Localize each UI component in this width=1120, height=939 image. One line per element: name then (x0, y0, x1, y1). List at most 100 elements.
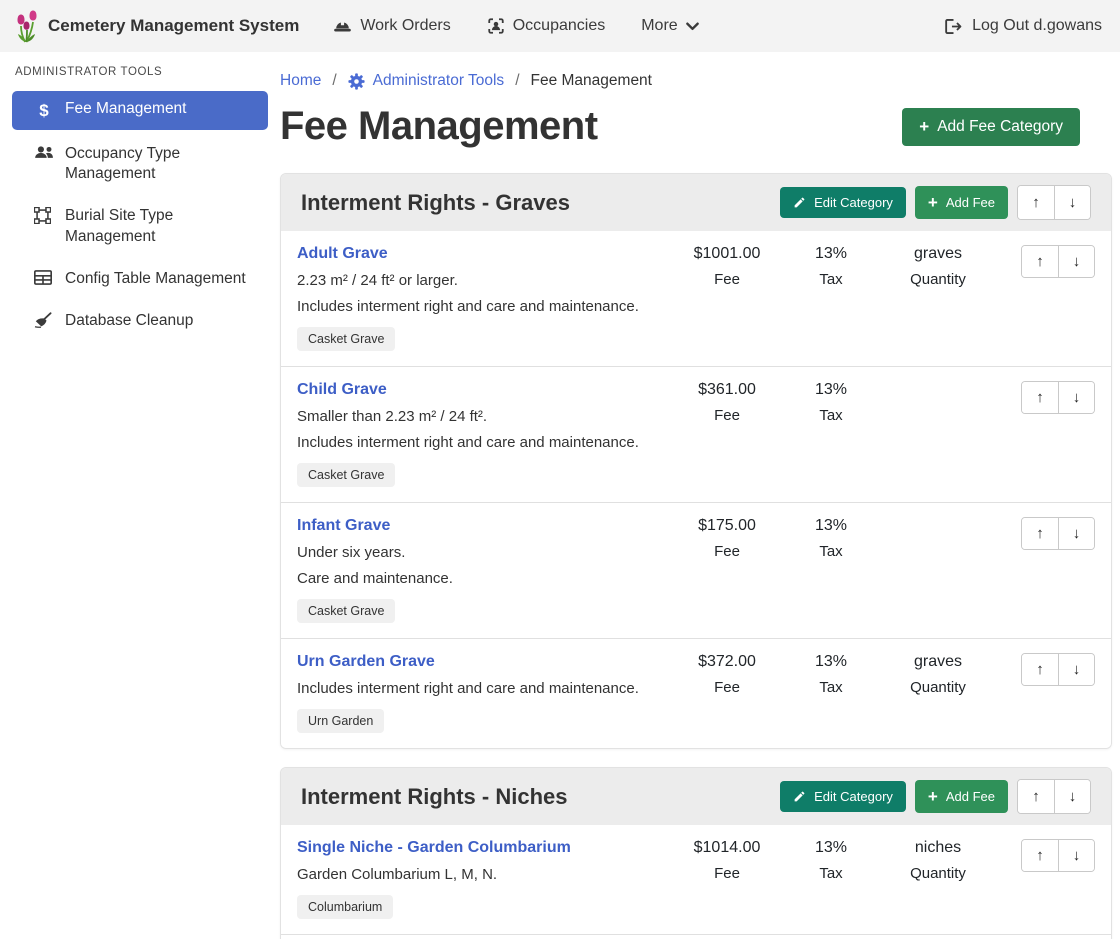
down-arrow-icon: ↓ (1073, 847, 1081, 864)
nav-occupancies[interactable]: Occupancies (487, 17, 606, 35)
move-down-button[interactable]: ↓ (1054, 780, 1090, 813)
nav-more-label: More (641, 17, 677, 35)
tax-value: 13% (783, 245, 879, 263)
occupancy-frame-icon (487, 17, 505, 35)
add-fee-button[interactable]: + Add Fee (915, 780, 1008, 813)
nav-occupancies-label: Occupancies (513, 17, 606, 35)
move-up-button[interactable]: ↑ (1022, 246, 1058, 277)
hard-hat-icon (333, 18, 352, 34)
category-header: Interment Rights - Niches Edit Category … (281, 768, 1111, 825)
quantity-label: Quantity (879, 865, 997, 882)
fee-row: Infant Grave Under six years. Care and m… (281, 502, 1111, 638)
sidebar-item-label: Config Table Management (65, 269, 246, 289)
quantity-value: niches (879, 839, 997, 857)
fee-row: Urn Garden Grave Includes interment righ… (281, 638, 1111, 748)
sidebar-item-fee-management[interactable]: $ Fee Management (12, 91, 268, 130)
users-icon (34, 145, 54, 160)
down-arrow-icon: ↓ (1069, 788, 1077, 805)
add-fee-button[interactable]: + Add Fee (915, 186, 1008, 219)
tax-label: Tax (783, 679, 879, 696)
sidebar-item-label: Occupancy Type Management (65, 144, 258, 184)
breadcrumb-home-link[interactable]: Home (280, 72, 321, 90)
up-arrow-icon: ↑ (1036, 847, 1044, 864)
down-arrow-icon: ↓ (1073, 389, 1081, 406)
move-up-button[interactable]: ↑ (1022, 840, 1058, 871)
move-up-button[interactable]: ↑ (1022, 654, 1058, 685)
breadcrumb-admin-tools-link[interactable]: Administrator Tools (348, 72, 505, 90)
add-fee-label: Add Fee (946, 195, 995, 210)
fee-name-link[interactable]: Urn Garden Grave (297, 653, 671, 671)
fee-type-badge: Casket Grave (297, 599, 395, 623)
edit-category-button[interactable]: Edit Category (780, 187, 906, 218)
move-up-button[interactable]: ↑ (1022, 382, 1058, 413)
sidebar-item-occupancy-type-management[interactable]: Occupancy Type Management (12, 136, 268, 192)
sidebar-item-burial-site-type-management[interactable]: Burial Site Type Management (12, 198, 268, 254)
nav-work-orders[interactable]: Work Orders (333, 17, 450, 35)
broom-icon (34, 312, 54, 328)
quantity-value: graves (879, 245, 997, 263)
move-down-button[interactable]: ↓ (1058, 382, 1094, 413)
fee-value: $1014.00 (671, 839, 783, 857)
pencil-icon (793, 790, 806, 803)
fee-description: Care and maintenance. (297, 570, 671, 587)
category-title: Interment Rights - Niches (301, 784, 780, 810)
breadcrumb-admin-tools-label: Administrator Tools (373, 72, 505, 90)
fee-description: Includes interment right and care and ma… (297, 680, 671, 697)
down-arrow-icon: ↓ (1069, 194, 1077, 211)
down-arrow-icon: ↓ (1073, 525, 1081, 542)
pencil-icon (793, 196, 806, 209)
sidebar-item-config-table-management[interactable]: Config Table Management (12, 261, 268, 297)
move-up-button[interactable]: ↑ (1018, 186, 1054, 219)
up-arrow-icon: ↑ (1036, 389, 1044, 406)
add-fee-label: Add Fee (946, 789, 995, 804)
fee-name-link[interactable]: Child Grave (297, 381, 671, 399)
fee-type-badge: Casket Grave (297, 463, 395, 487)
move-up-button[interactable]: ↑ (1018, 780, 1054, 813)
logout-label: Log Out d.gowans (972, 17, 1102, 35)
fee-name-link[interactable]: Infant Grave (297, 517, 671, 535)
fee-type-badge: Casket Grave (297, 327, 395, 351)
fee-row: Adult Grave 2.23 m² / 24 ft² or larger. … (281, 231, 1111, 366)
tax-value: 13% (783, 381, 879, 399)
fee-column: $1001.00 Fee (671, 245, 783, 288)
fee-description: Under six years. (297, 544, 671, 561)
nav-more[interactable]: More (641, 17, 698, 35)
add-fee-category-button[interactable]: + Add Fee Category (902, 108, 1080, 146)
tulip-logo-icon (14, 8, 40, 44)
move-down-button[interactable]: ↓ (1058, 654, 1094, 685)
fee-column: $175.00 Fee (671, 517, 783, 560)
fee-label: Fee (671, 679, 783, 696)
up-arrow-icon: ↑ (1036, 661, 1044, 678)
tax-value: 13% (783, 839, 879, 857)
move-up-button[interactable]: ↑ (1022, 518, 1058, 549)
category-title: Interment Rights - Graves (301, 190, 780, 216)
tax-label: Tax (783, 271, 879, 288)
sidebar-item-database-cleanup[interactable]: Database Cleanup (12, 303, 268, 339)
move-down-button[interactable]: ↓ (1058, 518, 1094, 549)
fee-reorder-buttons: ↑ ↓ (997, 381, 1095, 414)
app-brand[interactable]: Cemetery Management System (14, 8, 299, 44)
fee-description: 2.23 m² / 24 ft² or larger. (297, 272, 671, 289)
tax-label: Tax (783, 407, 879, 424)
edit-category-button[interactable]: Edit Category (780, 781, 906, 812)
plus-icon: + (928, 194, 938, 211)
move-down-button[interactable]: ↓ (1058, 246, 1094, 277)
chevron-down-icon (686, 22, 699, 31)
category-card-niches: Interment Rights - Niches Edit Category … (280, 767, 1112, 939)
breadcrumb: Home / Administrator Tool (280, 72, 1112, 90)
fee-reorder-buttons: ↑ ↓ (997, 517, 1095, 550)
app-title: Cemetery Management System (48, 16, 299, 36)
quantity-label: Quantity (879, 679, 997, 696)
logout-button[interactable]: Log Out d.gowans (944, 17, 1102, 35)
plus-icon: + (928, 788, 938, 805)
fee-name-link[interactable]: Adult Grave (297, 245, 671, 263)
move-down-button[interactable]: ↓ (1058, 840, 1094, 871)
fee-description: Includes interment right and care and ma… (297, 298, 671, 315)
page-title: Fee Management (280, 104, 598, 149)
sidebar-item-label: Database Cleanup (65, 311, 193, 331)
fee-reorder-buttons: ↑ ↓ (997, 653, 1095, 686)
move-down-button[interactable]: ↓ (1054, 186, 1090, 219)
top-navbar: Cemetery Management System Work Orders O… (0, 0, 1120, 52)
fee-name-link[interactable]: Single Niche - Garden Columbarium (297, 839, 671, 857)
quantity-label: Quantity (879, 271, 997, 288)
